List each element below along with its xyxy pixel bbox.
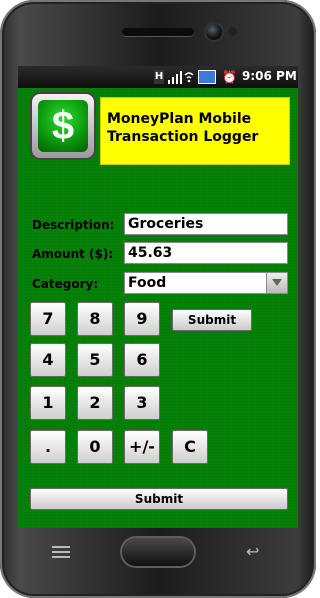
key-decimal[interactable]: . (30, 430, 66, 464)
app-logo: $ (32, 94, 94, 158)
key-2[interactable]: 2 (77, 386, 113, 420)
key-0[interactable]: 0 (77, 430, 113, 464)
submit-small-button[interactable]: Submit (172, 309, 252, 331)
category-select[interactable]: Food (124, 272, 288, 294)
app-body: $ MoneyPlan Mobile Transaction Logger De… (18, 88, 298, 528)
key-1[interactable]: 1 (30, 386, 66, 420)
status-bar: H ⏰ 9:06 PM (18, 66, 298, 88)
front-camera (206, 24, 222, 40)
category-selected-value: Food (128, 275, 167, 291)
amount-field[interactable]: 45.63 (124, 242, 288, 264)
network-h-icon: H (154, 70, 164, 84)
back-icon[interactable]: ↩ (246, 544, 270, 560)
key-8[interactable]: 8 (77, 302, 113, 336)
earpiece-speaker (122, 28, 194, 36)
key-6[interactable]: 6 (124, 343, 160, 377)
battery-icon (198, 70, 216, 84)
menu-icon[interactable] (52, 546, 70, 560)
dollar-icon: $ (38, 100, 88, 152)
amount-label: Amount ($): (32, 247, 114, 261)
description-field[interactable]: Groceries (124, 213, 288, 235)
key-5[interactable]: 5 (77, 343, 113, 377)
category-label: Category: (32, 277, 99, 291)
key-4[interactable]: 4 (30, 343, 66, 377)
home-button[interactable] (122, 538, 194, 566)
chevron-down-icon[interactable] (266, 273, 287, 293)
app-title: MoneyPlan Mobile Transaction Logger (100, 97, 290, 165)
key-9[interactable]: 9 (124, 302, 160, 336)
status-time: 9:06 PM (242, 69, 297, 83)
phone-frame: H ⏰ 9:06 PM $ MoneyPlan Mobile Transacti… (0, 0, 316, 598)
key-3[interactable]: 3 (124, 386, 160, 420)
description-label: Description: (32, 218, 115, 232)
key-sign-toggle[interactable]: +/- (124, 430, 160, 464)
submit-wide-button[interactable]: Submit (30, 488, 288, 510)
title-line-1: MoneyPlan Mobile (107, 111, 252, 127)
wifi-icon (184, 70, 194, 84)
key-clear[interactable]: C (172, 430, 208, 464)
screen: H ⏰ 9:06 PM $ MoneyPlan Mobile Transacti… (18, 66, 298, 528)
signal-icon (168, 70, 182, 84)
title-line-2: Transaction Logger (107, 129, 259, 145)
alarm-icon: ⏰ (222, 70, 237, 84)
key-7[interactable]: 7 (30, 302, 66, 336)
proximity-sensor (228, 27, 237, 36)
